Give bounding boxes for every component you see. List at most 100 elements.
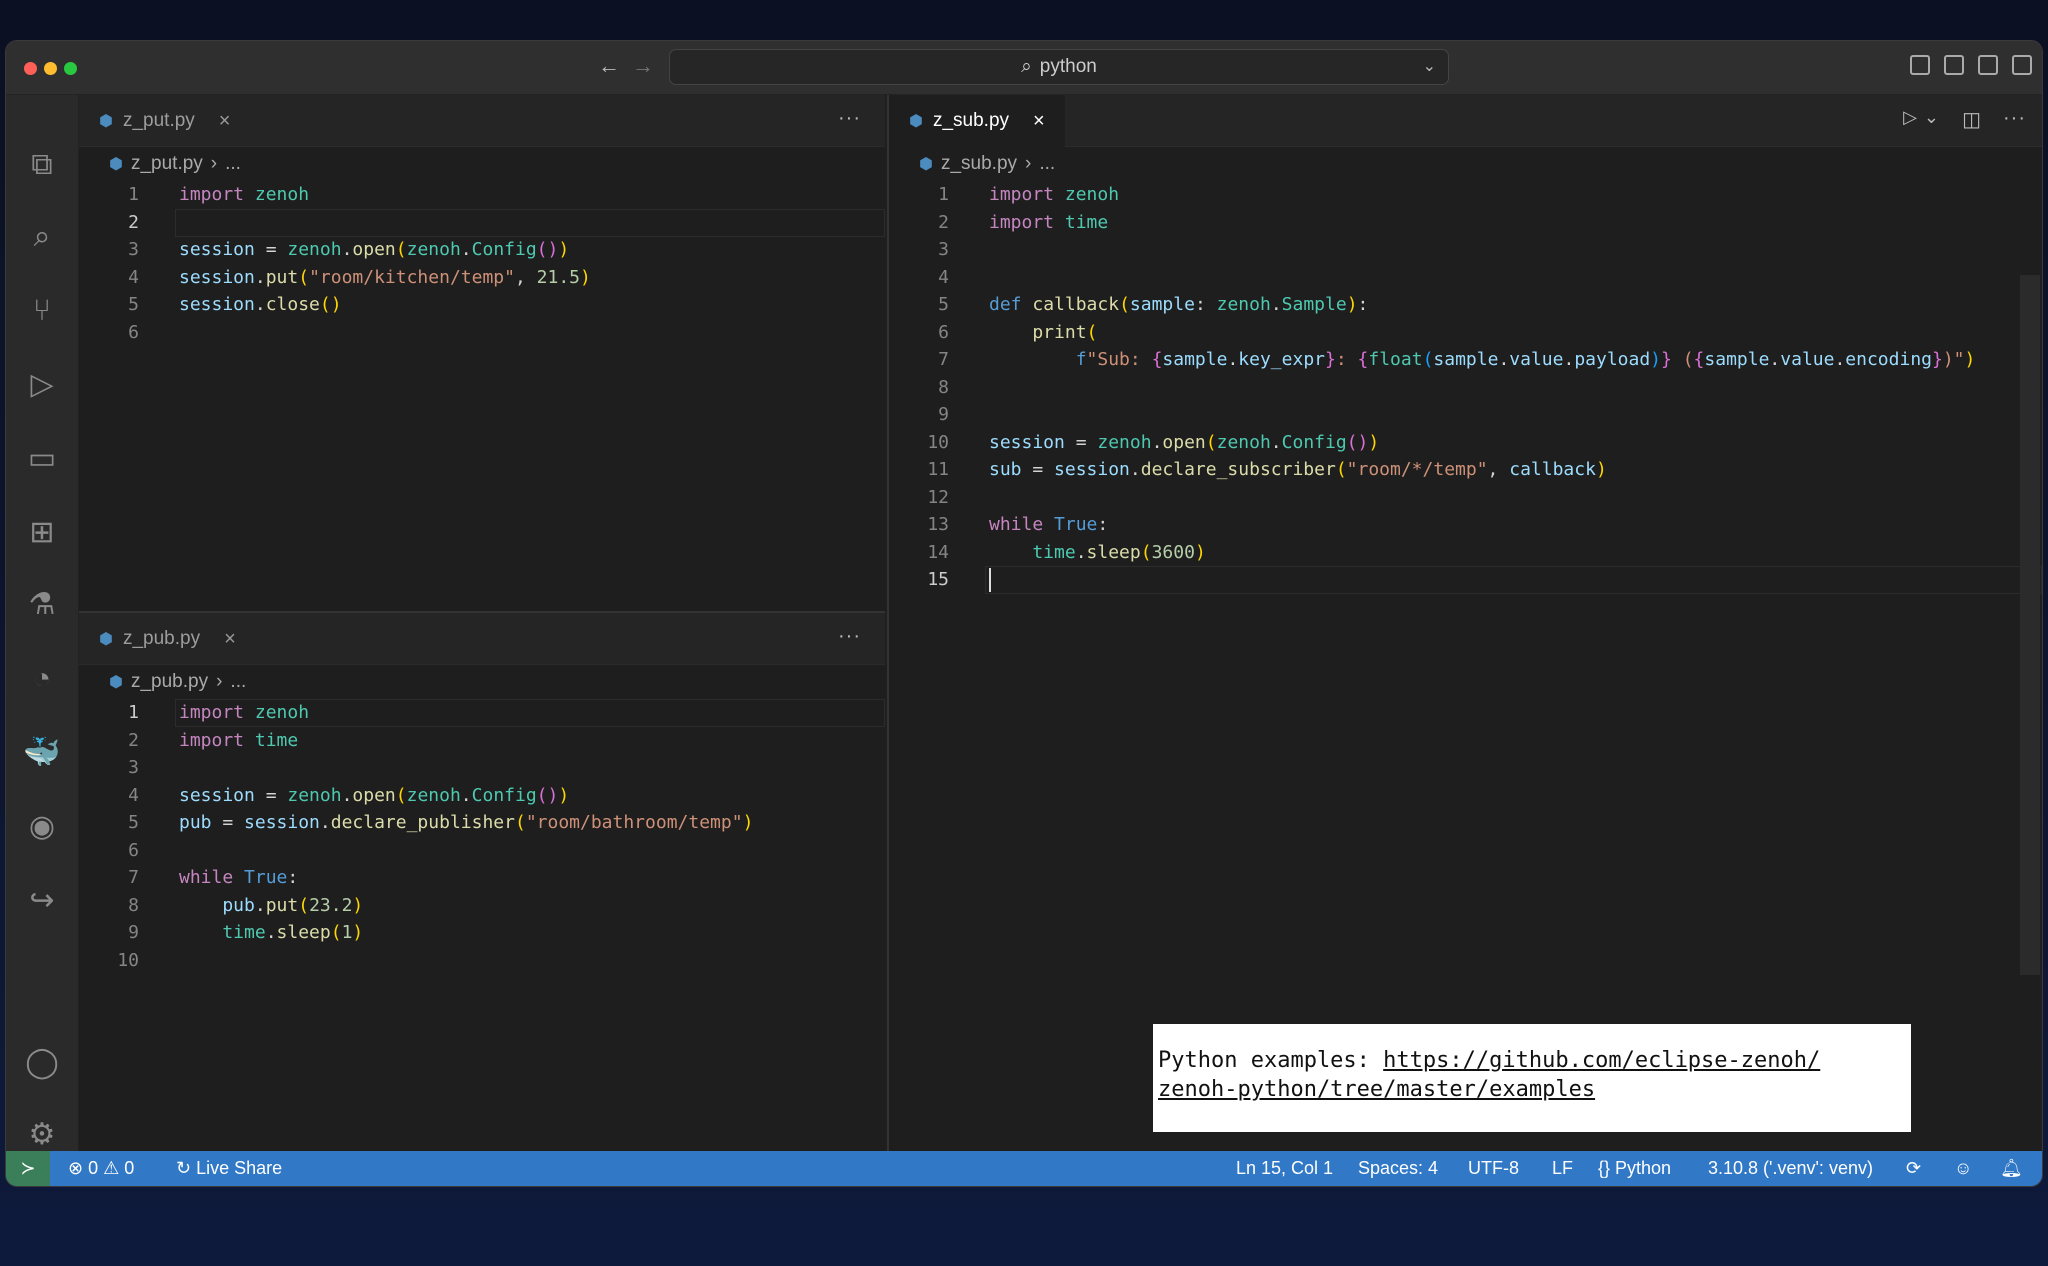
customize-layout-icon[interactable] [2012,55,2032,75]
code-line[interactable] [989,566,991,594]
problems-indicator[interactable]: ⊗ 0 ⚠ 0 [68,1158,134,1179]
code-line[interactable]: session = zenoh.open(zenoh.Config()) [179,236,569,264]
code-token: . [1270,294,1282,315]
breadcrumb[interactable]: ⬢ z_pub.py ›... [109,671,246,693]
breadcrumb[interactable]: ⬢ z_put.py ›... [109,153,241,175]
code-token: { [1357,349,1369,370]
vertical-scrollbar[interactable] [2020,275,2040,975]
code-token: : [1357,294,1369,315]
code-token: True [244,867,288,888]
sync-icon[interactable]: ⟳ [1906,1158,1921,1179]
extensions-icon[interactable]: ⊞ [22,513,62,553]
code-token: pub [179,894,255,916]
code-token: 3600 [1151,541,1195,563]
code-token: zenoh [406,784,461,806]
remote-indicator-icon[interactable]: ≻ [6,1151,50,1186]
code-editor[interactable]: 1 import zenoh 2 import time 3 4 5 def callback… [889,181,2042,1153]
close-window-button[interactable] [24,62,37,75]
code-line[interactable]: pub.put(23.2) [179,892,363,920]
settings-gear-icon[interactable]: ⚙ [22,1115,62,1155]
explorer-icon[interactable]: ⧉ [22,145,62,185]
code-line[interactable]: time.sleep(1) [179,919,363,947]
live-share-button[interactable]: ↻ Live Share [176,1158,282,1179]
python-interpreter[interactable]: 3.10.8 ('.venv': venv) [1708,1158,1873,1179]
code-line[interactable]: print( [989,319,1097,347]
command-center-search[interactable]: ⌕ python ⌄ [669,49,1449,85]
code-token: zenoh [287,784,342,806]
code-line[interactable]: import time [989,209,1108,237]
code-editor[interactable]: 1 import zenoh 2 import time 3 4 session = zen… [79,699,885,1153]
close-tab-icon[interactable]: × [219,110,231,133]
cursor-position[interactable]: Ln 15, Col 1 [1236,1158,1333,1179]
close-tab-icon[interactable]: × [1033,110,1045,133]
tab-z-put[interactable]: ⬢ z_put.py × [79,95,250,147]
examples-link-continued[interactable]: zenoh-python/tree/master/examples [1158,1077,1595,1102]
more-actions-icon[interactable]: ··· [838,107,861,130]
split-editor-icon[interactable]: ◫ [1962,107,1982,132]
code-line[interactable]: while True: [989,511,1108,539]
line-number: 4 [938,266,949,288]
tab-z-pub[interactable]: ⬢ z_pub.py × [79,613,256,665]
code-line[interactable]: import time [179,727,298,755]
more-actions-icon[interactable]: ··· [838,625,861,648]
breadcrumb-more[interactable]: ... [225,153,241,175]
more-actions-icon[interactable]: ··· [2003,107,2026,130]
code-line[interactable]: while True: [179,864,298,892]
code-line[interactable]: import zenoh [179,181,309,209]
run-file-icon[interactable]: ▷ ⌄ [1903,107,1940,128]
code-editor[interactable]: 1 import zenoh 2 3 session = zenoh.open(zeno… [79,181,885,611]
github-icon[interactable]: ◉ [22,807,62,847]
line-ending[interactable]: LF [1552,1158,1573,1179]
toggle-secondary-sidebar-icon[interactable] [1978,55,1998,75]
code-token: zenoh [254,184,310,205]
python-file-icon: ⬢ [99,631,113,648]
indentation[interactable]: Spaces: 4 [1358,1158,1438,1179]
remote-explorer-icon[interactable]: ▭ [22,439,62,479]
git-graph-icon[interactable]: ◔ [22,659,62,699]
code-line[interactable]: import zenoh [989,181,1119,209]
code-line[interactable]: sub = session.declare_subscriber("room/*… [989,456,1607,484]
code-line[interactable]: session = zenoh.open(zenoh.Config()) [179,782,569,810]
search-icon[interactable]: ⌕ [22,217,62,257]
code-token: sample [1162,349,1228,370]
code-line[interactable]: session.close() [179,291,342,319]
code-line[interactable]: def callback(sample: zenoh.Sample): [989,291,1368,319]
encoding[interactable]: UTF-8 [1468,1158,1519,1179]
code-line[interactable]: import zenoh [179,699,309,727]
code-line[interactable]: session = zenoh.open(zenoh.Config()) [989,429,1379,457]
live-share-icon[interactable]: ↪ [22,881,62,921]
code-line[interactable]: pub = session.declare_publisher("room/ba… [179,809,753,837]
examples-link[interactable]: https://github.com/eclipse-zenoh/ [1383,1048,1820,1073]
close-tab-icon[interactable]: × [224,628,236,651]
source-control-icon[interactable]: ⑂ [22,291,62,331]
code-token: session [179,294,255,315]
testing-icon[interactable]: ⚗ [22,585,62,625]
toggle-panel-icon[interactable] [1944,55,1964,75]
code-line[interactable]: f"Sub: {sample.key_expr}: {float(sample.… [989,346,1976,374]
code-line[interactable]: time.sleep(3600) [989,539,1205,567]
vscode-window: ← → ⌕ python ⌄ ⧉ ⌕ ⑂ ▷ ▭ ⊞ ⚗ ◔ 🐳 ◉ ↪ ◯ ⚙… [5,40,2043,1187]
toggle-sidebar-icon[interactable] [1910,55,1930,75]
notifications-bell-icon[interactable]: 🔔︎ [2000,1158,2023,1179]
code-line[interactable]: session.put("room/kitchen/temp", 21.5) [179,264,591,292]
code-token: ( [514,812,526,833]
maximize-window-button[interactable] [64,62,77,75]
minimize-window-button[interactable] [44,62,57,75]
breadcrumb-more[interactable]: ... [230,671,246,693]
code-token: . [1563,349,1575,370]
code-token: time [179,922,266,943]
tab-z-sub[interactable]: ⬢ z_sub.py × [889,95,1065,147]
breadcrumb[interactable]: ⬢ z_sub.py ›... [919,153,1055,175]
language-mode[interactable]: {} Python [1598,1158,1671,1179]
code-token: ) [1368,431,1380,453]
forward-arrow-icon[interactable]: → [632,53,654,79]
accounts-feedback-icon[interactable]: ☺ [1954,1158,1972,1179]
chevron-down-icon[interactable]: ⌄ [1423,56,1436,76]
docker-icon[interactable]: 🐳 [22,733,62,773]
code-token: import [179,184,255,205]
breadcrumb-more[interactable]: ... [1039,153,1055,175]
back-arrow-icon[interactable]: ← [598,53,620,79]
accounts-icon[interactable]: ◯ [22,1043,62,1083]
run-debug-icon[interactable]: ▷ [22,365,62,405]
chevron-right-icon: › [216,671,223,692]
